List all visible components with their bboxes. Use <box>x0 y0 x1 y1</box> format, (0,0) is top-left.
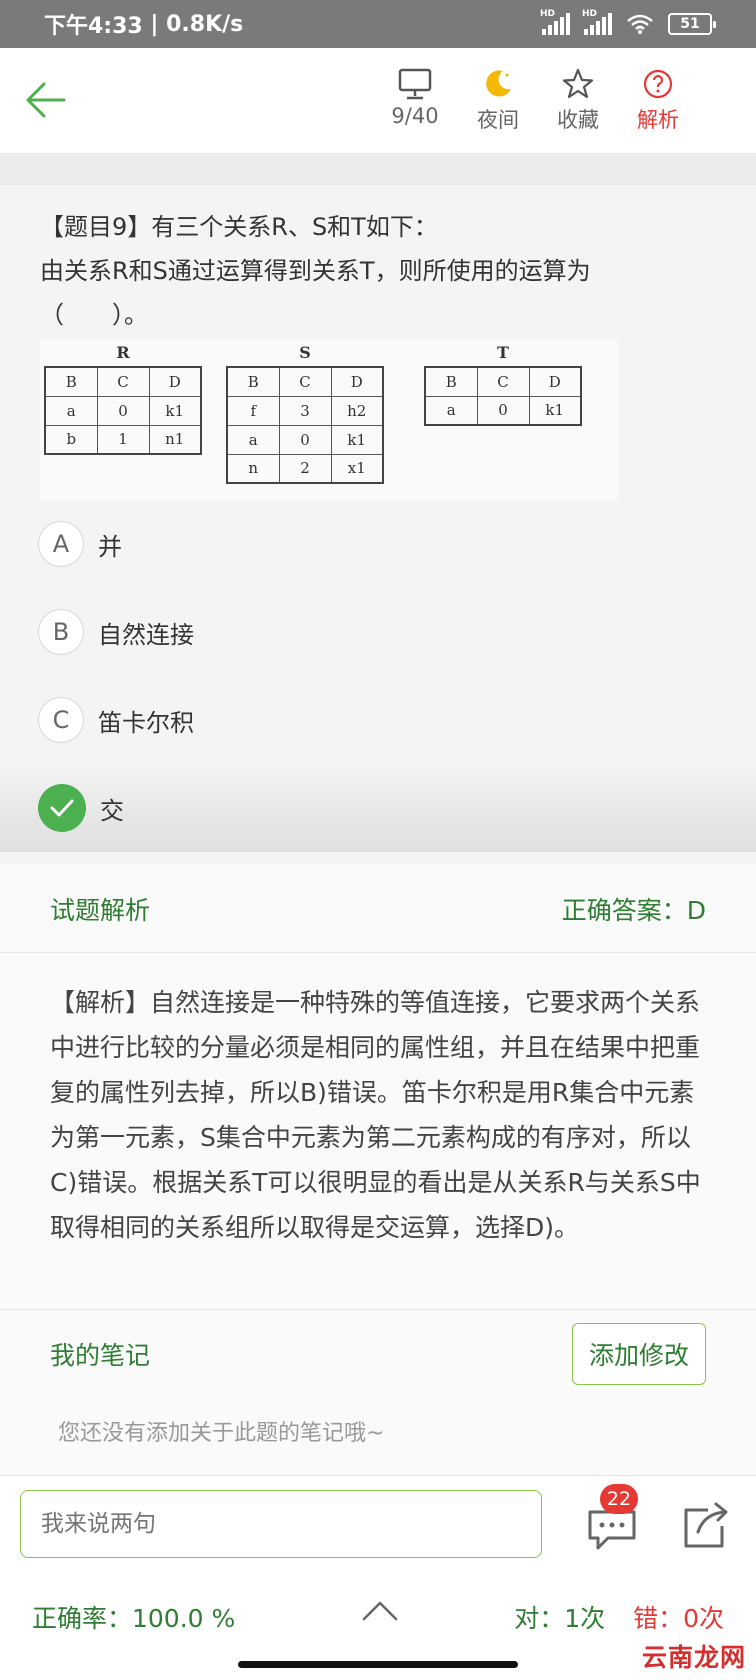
night-mode-button[interactable]: 夜间 <box>458 66 538 134</box>
table-cell: b <box>44 424 98 455</box>
question-line-2: 由关系R和S通过运算得到关系T，则所使用的运算为 <box>40 257 591 285</box>
correct-count: 对：1次 <box>514 1604 606 1633</box>
progress-label: 9/40 <box>391 104 439 128</box>
wifi-icon <box>627 14 653 34</box>
table-cell: a <box>226 424 280 455</box>
home-indicator[interactable] <box>238 1661 518 1668</box>
comment-bar: 22 <box>0 1475 756 1577</box>
moon-icon <box>486 70 511 97</box>
relation-s-name: S <box>299 343 311 362</box>
table-cell: B <box>44 366 98 397</box>
option-letter: A <box>38 521 84 567</box>
option-text: 交 <box>100 796 124 825</box>
table-cell: B <box>424 366 478 397</box>
analysis-label: 解析 <box>637 108 679 132</box>
add-edit-note-button[interactable]: 添加修改 <box>571 1323 706 1385</box>
option-b[interactable]: B 自然连接 <box>0 588 756 676</box>
relation-s-table: BCD f 3 h2 a 0 k1 n 2 x1 <box>226 366 384 484</box>
option-a[interactable]: A 并 <box>0 500 756 588</box>
relation-s: S BCD f 3 h2 a 0 k1 n 2 x1 <box>226 340 384 484</box>
table-cell: a <box>424 395 478 426</box>
question-progress-button[interactable]: 9/40 <box>375 66 455 128</box>
analysis-text: 【解析】自然连接是一种特殊的等值连接，它要求两个关系中进行比较的分量必须是相同的… <box>50 988 701 1242</box>
answer-options: A 并 B 自然连接 C 笛卡尔积 交 <box>0 500 756 852</box>
status-separator: | <box>142 11 167 37</box>
share-icon[interactable] <box>678 1498 734 1554</box>
favorite-button[interactable]: 收藏 <box>538 66 618 134</box>
battery-icon: 51 <box>668 13 716 35</box>
table-cell: 0 <box>278 424 332 455</box>
accuracy-rate: 正确率：100.0 % <box>32 1604 236 1633</box>
status-time: 下午4:33 <box>44 14 143 39</box>
signal-icon: HD <box>540 9 570 35</box>
night-label: 夜间 <box>477 108 519 132</box>
analysis-button[interactable]: 解析 <box>618 66 698 134</box>
relation-t: T BCD a 0 k1 <box>424 340 582 426</box>
monitor-icon <box>398 68 432 100</box>
correct-answer: 正确答案：D <box>561 895 706 925</box>
option-d[interactable]: 交 <box>0 764 756 852</box>
table-cell: k1 <box>148 395 202 426</box>
table-cell: h2 <box>330 395 384 426</box>
watermark: 云南龙网 <box>641 1643 746 1672</box>
table-cell: 2 <box>278 453 332 484</box>
option-text: 并 <box>98 532 122 561</box>
table-cell: 0 <box>96 395 150 426</box>
table-cell: 3 <box>278 395 332 426</box>
table-cell: B <box>226 366 280 397</box>
relation-r-table: BCD a 0 k1 b 1 n1 <box>44 366 202 455</box>
notes-title: 我的笔记 <box>50 1341 151 1370</box>
question-line-1: 【题目9】有三个关系R、S和T如下： <box>40 213 438 241</box>
checkmark-icon <box>38 784 86 832</box>
table-cell: 0 <box>476 395 530 426</box>
relation-r: R BCD a 0 k1 b 1 n1 <box>44 340 202 455</box>
table-cell: D <box>148 366 202 397</box>
analysis-title: 试题解析 <box>50 895 151 925</box>
favorite-label: 收藏 <box>557 108 599 132</box>
wrong-count: 错：0次 <box>633 1604 724 1633</box>
comment-input[interactable] <box>20 1490 542 1558</box>
table-cell: D <box>528 366 582 397</box>
option-letter: B <box>38 609 84 655</box>
option-letter: C <box>38 697 84 743</box>
back-arrow-icon[interactable] <box>24 78 68 122</box>
table-cell: a <box>44 395 98 426</box>
question-circle-icon <box>643 69 673 99</box>
chevron-up-icon[interactable] <box>360 1595 400 1625</box>
question-text: 【题目9】有三个关系R、S和T如下： 由关系R和S通过运算得到关系T，则所使用的… <box>40 205 720 337</box>
relation-t-name: T <box>497 343 509 362</box>
analysis-section: 试题解析 正确答案：D 【解析】自然连接是一种特殊的等值连接，它要求两个关系中进… <box>0 865 756 1475</box>
relation-tables-figure: R BCD a 0 k1 b 1 n1 S BCD f 3 h2 a 0 k1 n 2 x1 T B… <box>40 340 618 500</box>
table-cell: n1 <box>148 424 202 455</box>
status-speed: 0.8K/s <box>166 11 244 37</box>
option-c[interactable]: C 笛卡尔积 <box>0 676 756 764</box>
option-text: 自然连接 <box>98 620 194 649</box>
top-toolbar: 9/40 夜间 收藏 解析 <box>0 48 756 154</box>
star-icon <box>562 68 594 99</box>
notes-header: 我的笔记 添加修改 <box>0 1310 756 1398</box>
signal-icon-2: HD <box>582 9 612 35</box>
table-cell: x1 <box>330 453 384 484</box>
table-cell: k1 <box>330 424 384 455</box>
option-text: 笛卡尔积 <box>98 708 194 737</box>
table-cell: C <box>278 366 332 397</box>
analysis-header: 试题解析 正确答案：D <box>0 865 756 953</box>
table-cell: f <box>226 395 280 426</box>
table-cell: k1 <box>528 395 582 426</box>
table-cell: D <box>330 366 384 397</box>
answer-stats: 对：1次 错：0次 <box>514 1599 724 1635</box>
status-bar: 下午4:33 | 0.8K/s HD HD 51 <box>0 0 756 48</box>
relation-r-name: R <box>116 343 130 362</box>
empty-notes-text: 您还没有添加关于此题的笔记哦~ <box>58 1421 385 1446</box>
table-cell: C <box>476 366 530 397</box>
relation-t-table: BCD a 0 k1 <box>424 366 582 426</box>
table-cell: C <box>96 366 150 397</box>
section-divider <box>0 155 756 185</box>
table-cell: n <box>226 453 280 484</box>
question-line-3: （ ）。 <box>40 301 148 329</box>
footer-bar: 正确率：100.0 % 对：1次 错：0次 云南龙网 <box>0 1577 756 1680</box>
table-cell: 1 <box>96 424 150 455</box>
comment-count-badge: 22 <box>600 1484 638 1514</box>
